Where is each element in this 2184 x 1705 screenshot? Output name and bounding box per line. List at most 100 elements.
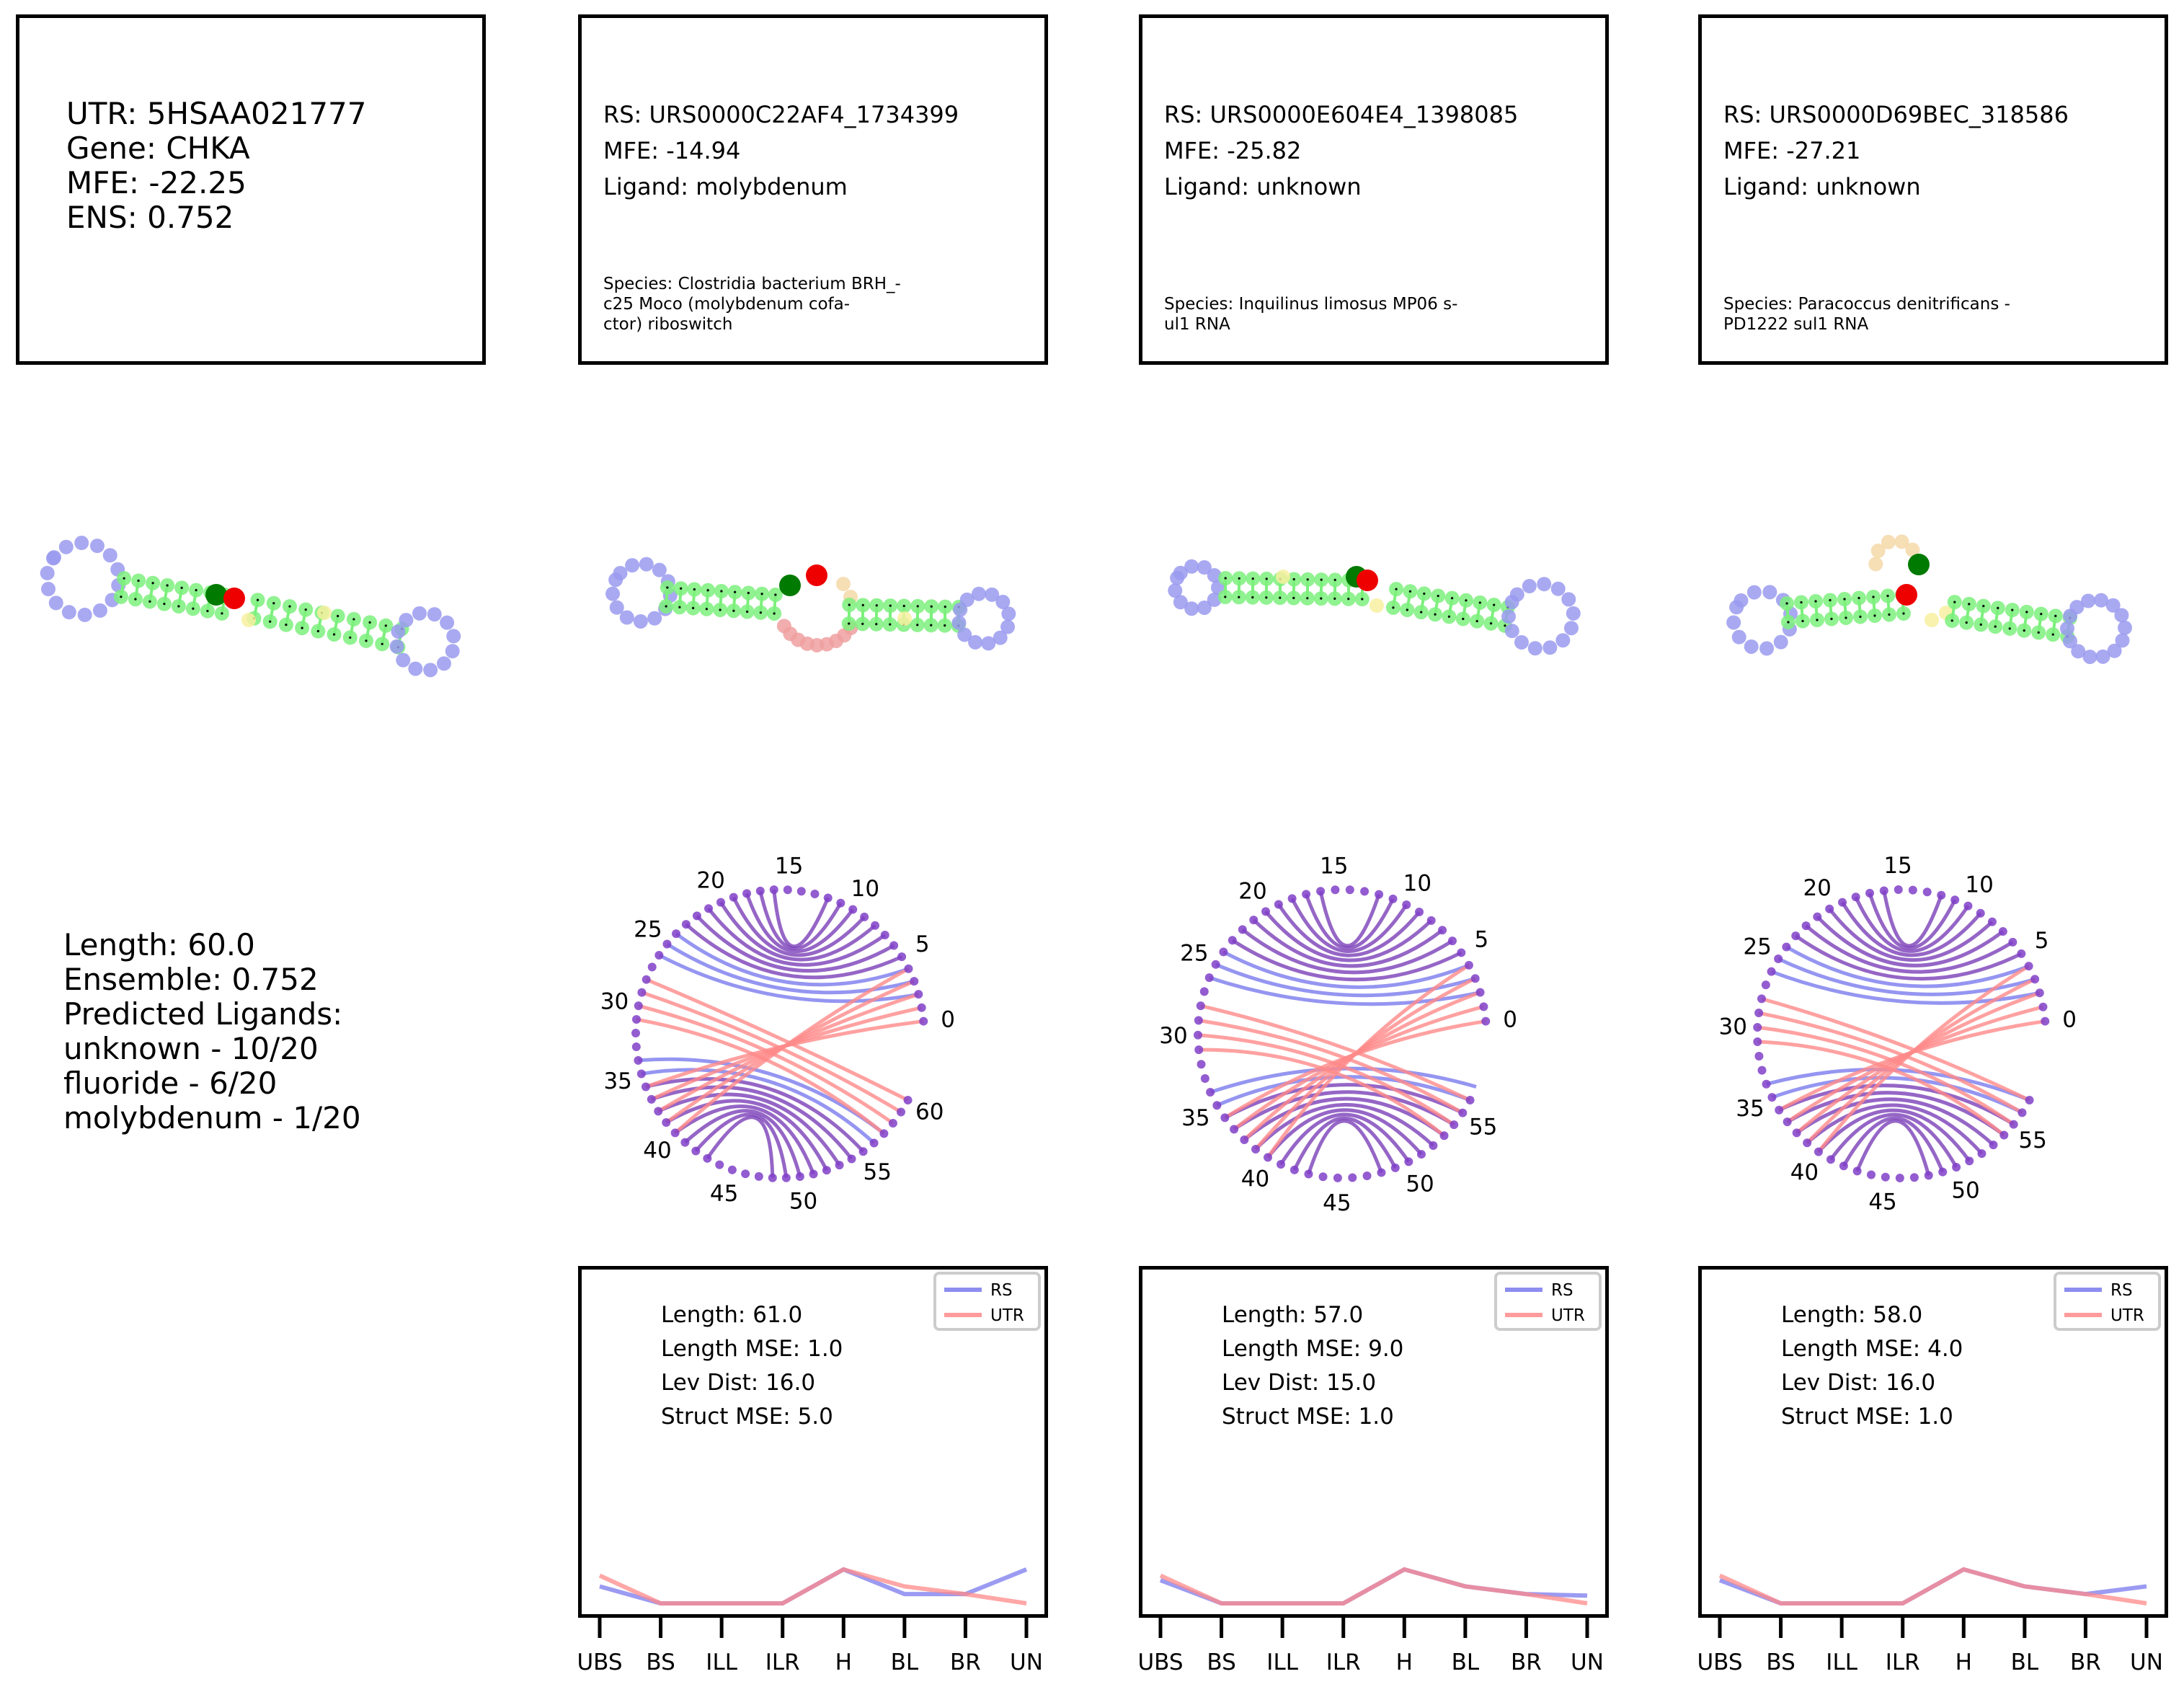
nucleotide-label — [692, 606, 695, 610]
arc-node — [1999, 1130, 2009, 1140]
arc-node — [1754, 1009, 1764, 1018]
arc-node — [1228, 936, 1237, 945]
nucleotide — [102, 548, 117, 563]
nucleotide-label — [861, 603, 864, 606]
nucleotide-label — [1423, 592, 1426, 595]
nucleotide — [1501, 609, 1517, 624]
nucleotide-label — [889, 604, 892, 607]
nucleotide-label — [875, 604, 878, 607]
nucleotide-label — [256, 598, 259, 601]
arc-node — [2035, 988, 2044, 998]
nucleotide-label — [902, 604, 905, 608]
arc-node — [1304, 1169, 1313, 1179]
arc-node — [1924, 1171, 1933, 1180]
nucleotide — [1537, 577, 1552, 592]
arc-node — [781, 1173, 791, 1182]
utr-secondary-structure — [40, 536, 461, 678]
nucleotide — [1514, 634, 1529, 650]
arc-node — [835, 1161, 844, 1170]
nucleotide-label — [1888, 613, 1891, 616]
nucleotide-label — [760, 593, 763, 595]
arc-node — [642, 975, 651, 984]
nucleotide-label — [163, 603, 166, 606]
metric-chart-3: Length: 58.0 Length MSE: 4.0 Lev Dist: 16.… — [1697, 1266, 2168, 1675]
arc-tick-label: 60 — [915, 1099, 944, 1125]
arc-node — [755, 886, 765, 895]
x-tick-label: BR — [2070, 1649, 2101, 1675]
red-marker — [1357, 570, 1378, 591]
nucleotide-label — [1251, 577, 1254, 580]
nucleotide-label — [930, 624, 933, 626]
nucleotide — [1563, 621, 1579, 636]
arc-tick-label: 40 — [1241, 1166, 1269, 1192]
nucleotide-label — [1953, 601, 1956, 603]
nucleotide — [1744, 639, 1759, 654]
arc-node — [715, 1160, 724, 1169]
arc-node — [1783, 1117, 1792, 1127]
nucleotide — [427, 607, 442, 622]
nucleotide-label — [680, 587, 683, 590]
nucleotide — [1527, 641, 1542, 656]
arc-node — [654, 950, 664, 960]
nucleotide-label — [134, 598, 137, 601]
arc-node — [654, 1107, 663, 1116]
nucleotide — [58, 539, 74, 554]
arc-node — [1240, 1135, 1249, 1144]
nucleotide — [1168, 583, 1183, 598]
nucleotide-label — [1965, 621, 1968, 624]
arc-node — [769, 885, 778, 895]
arc-diagram-3: 0 5 10 15 20 25 30 35 40 45 50 55 — [1719, 853, 2077, 1215]
arc-node — [1348, 1173, 1357, 1182]
arc-tick-label: 35 — [1736, 1096, 1764, 1122]
nucleotide-label — [2011, 608, 2014, 611]
arc-node — [1261, 907, 1271, 916]
nucleotide — [45, 551, 61, 566]
nucleotide-label — [2023, 629, 2025, 632]
nucleotide-label — [916, 605, 919, 608]
nucleotide-label — [288, 605, 291, 608]
arc-tick-label: 40 — [1790, 1159, 1819, 1185]
arc-node — [2024, 962, 2033, 971]
nucleotide-label — [1886, 594, 1889, 598]
arc-node — [691, 1146, 701, 1156]
arc-node — [1450, 1120, 1459, 1130]
arc-node — [1415, 908, 1424, 917]
nucleotide — [89, 539, 105, 554]
nucleotide-label — [1392, 606, 1395, 609]
arc-node — [896, 1107, 905, 1117]
arc-node — [2041, 1017, 2050, 1026]
arc-node — [634, 1001, 643, 1011]
nucleotide — [1504, 624, 1519, 639]
legend-label: RS — [2110, 1281, 2133, 1300]
nucleotide — [1746, 585, 1762, 600]
chart-annotation: Length: 58.0 — [1781, 1302, 1922, 1328]
nucleotide — [1868, 557, 1883, 572]
nucleotide-label — [944, 606, 946, 608]
nucleotide-label — [1787, 621, 1790, 624]
nucleotide-label — [678, 606, 681, 608]
arc-node — [1302, 890, 1311, 899]
arc-node — [823, 893, 833, 903]
x-tick-label: ILL — [706, 1649, 737, 1675]
legend-label: RS — [1551, 1281, 1573, 1300]
x-tick-label: UBS — [1137, 1649, 1183, 1675]
arc-node — [672, 929, 681, 939]
x-tick-label: BS — [646, 1649, 675, 1675]
x-tick-label: BR — [950, 1649, 981, 1675]
nucleotide-label — [916, 624, 919, 626]
nucleotide — [445, 644, 460, 659]
arc-node — [1881, 1172, 1890, 1182]
arc-tick-label: 30 — [1719, 1014, 1747, 1040]
nucleotide-label — [1347, 598, 1350, 601]
nucleotide-label — [1475, 619, 1478, 623]
arc-node — [1464, 960, 1473, 970]
arc-tick-label: 35 — [603, 1068, 631, 1094]
arc-node — [869, 1138, 879, 1148]
red-marker — [806, 564, 827, 586]
arc-tick-label: 25 — [634, 916, 662, 942]
nucleotide-label — [2054, 614, 2057, 617]
arc-tick-label: 40 — [643, 1138, 671, 1164]
nucleotide-label — [1320, 597, 1323, 600]
metric-chart-2: Length: 57.0 Length MSE: 9.0 Lev Dist: 15.… — [1137, 1266, 1609, 1675]
legend-label: UTR — [1551, 1306, 1585, 1325]
